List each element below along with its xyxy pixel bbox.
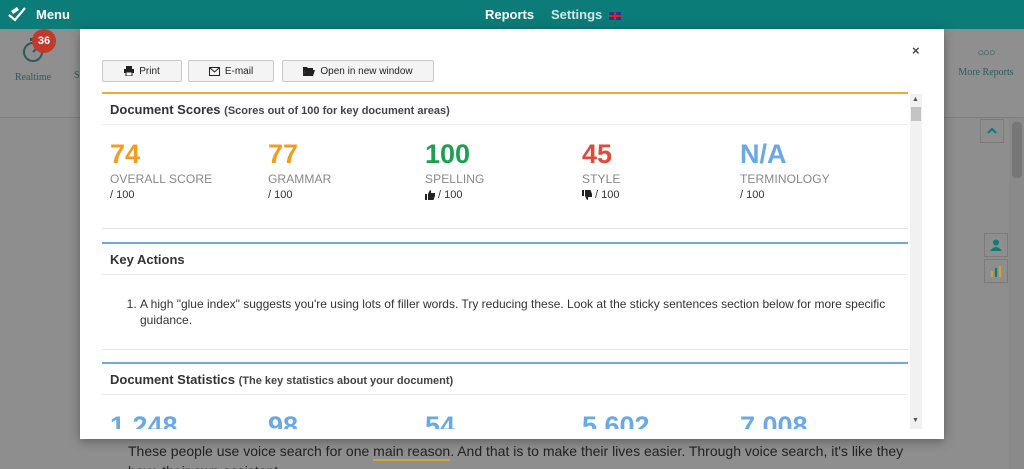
open-new-window-button[interactable]: Open in new window [282,60,434,82]
folder-open-icon [303,66,316,76]
chevron-up-icon [987,127,997,134]
score-denominator: / 100 [268,189,408,201]
document-scores-header: Document Scores (Scores out of 100 for k… [102,94,908,125]
more-reports-label: More Reports [958,67,1014,78]
print-label: Print [139,65,160,77]
nav-settings-label: Settings [551,7,603,22]
divider [102,228,908,229]
nav-settings[interactable]: Settings [551,7,621,22]
score-label: SPELLING [425,172,485,186]
score-denominator: / 100 [110,189,250,201]
modal-scrollbar[interactable]: ▲ ▼ [910,94,922,429]
realtime-count-badge: 36 [32,29,56,53]
scroll-down-icon[interactable]: ▼ [912,417,919,424]
close-icon[interactable]: × [912,43,920,58]
document-text-highlight[interactable]: main reason [373,443,451,461]
score-denominator-text: / 100 [438,189,463,201]
score-value: 77 [268,139,299,169]
score-spelling: 100 SPELLING / 100 [425,140,565,201]
user-button[interactable] [984,233,1008,257]
email-label: E-mail [224,65,254,77]
menu-label: Menu [36,6,70,22]
realtime-label: Realtime [14,72,52,83]
partial-toolbar-label: S [74,70,80,81]
logo-icon [8,7,26,22]
key-action-item: A high "glue index" suggests you're usin… [140,296,900,328]
thumbs-down-icon [582,190,592,200]
thumbs-up-icon [425,190,435,200]
document-text: These people use voice search for one ma… [128,441,908,469]
modal-scrollbar-thumb[interactable] [911,107,921,121]
document-scores-title: Document Scores [110,102,221,117]
score-grammar: 77 GRAMMAR / 100 [268,140,408,201]
scroll-up-icon[interactable]: ▲ [912,96,919,103]
divider [102,349,908,350]
key-actions-title: Key Actions [110,252,185,267]
report-content[interactable]: Document Scores (Scores out of 100 for k… [102,92,908,429]
document-statistics-header: Document Statistics (The key statistics … [102,364,908,395]
score-terminology: N/A TERMINOLOGY / 100 [740,140,880,201]
score-value: 74 [110,139,141,169]
print-button[interactable]: Print [102,60,182,82]
score-value: N/A [740,139,787,169]
document-statistics-card: Document Statistics (The key statistics … [102,362,908,429]
score-label: OVERALL SCORE [110,172,213,186]
score-denominator-text: / 100 [110,189,135,201]
score-denominator-text: / 100 [595,189,620,201]
score-denominator: / 100 [425,189,565,201]
stat-value: 7,008 [740,411,808,429]
key-actions-card: Key Actions A high "glue index" suggests… [102,242,908,350]
document-text-before: These people use voice search for one [128,443,374,459]
document-statistics-subtitle: (The key statistics about your document) [238,375,454,387]
document-statistics-title: Document Statistics [110,372,235,387]
printer-icon [124,66,135,76]
score-label: TERMINOLOGY [740,172,830,186]
uk-flag-icon [608,11,621,20]
stat-value: 98 [268,411,299,429]
open-window-label: Open in new window [320,65,413,77]
score-value: 45 [582,139,613,169]
key-actions-header: Key Actions [102,244,908,275]
envelope-icon [208,66,220,76]
key-actions-list: A high "glue index" suggests you're usin… [140,296,900,328]
document-scores-card: Document Scores (Scores out of 100 for k… [102,92,908,229]
page-scrollbar-thumb[interactable] [1012,122,1022,178]
more-reports-button[interactable]: ○○○ More Reports [954,47,1018,78]
score-denominator: / 100 [582,189,722,201]
bar-chart-icon [991,266,1001,277]
report-modal: × Print E-mail Open in new window Docume… [80,29,944,439]
stat-value: 54 [425,411,456,429]
more-dots-icon: ○○○ [977,47,996,59]
stat-value: 1,248 [110,411,178,429]
score-label: STYLE [582,172,621,186]
email-button[interactable]: E-mail [188,60,274,82]
collapse-button[interactable] [980,119,1004,143]
score-denominator-text: / 100 [268,189,293,201]
document-scores-subtitle: (Scores out of 100 for key document area… [224,105,450,117]
score-overall: 74 OVERALL SCORE / 100 [110,140,250,201]
stats-button[interactable] [984,259,1008,283]
user-icon [990,239,1002,251]
stat-value: 5,602 [582,411,650,429]
top-navigation-bar: Menu Reports Settings [0,0,1024,29]
score-style: 45 STYLE / 100 [582,140,722,201]
menu-button[interactable]: Menu [8,6,70,22]
nav-reports[interactable]: Reports [485,7,534,22]
score-denominator: / 100 [740,189,880,201]
score-label: GRAMMAR [268,172,332,186]
score-value: 100 [425,139,471,169]
score-denominator-text: / 100 [740,189,765,201]
